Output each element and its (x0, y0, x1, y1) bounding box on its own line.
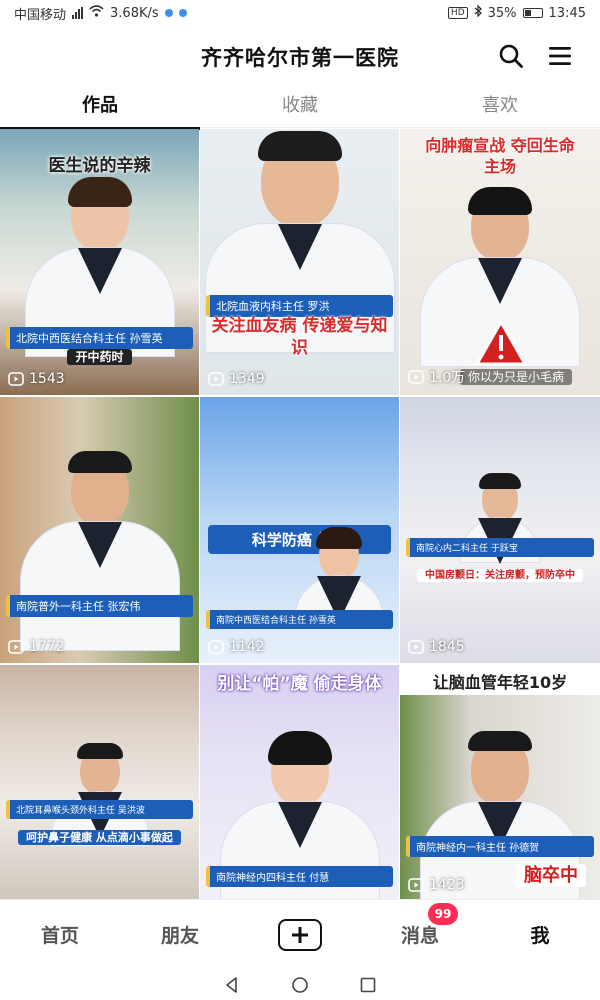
play-count: 1423 (408, 877, 465, 893)
video-tile[interactable]: 别让“帕”魔 偷走身体 南院神经内四科主任 付慧 (200, 665, 399, 899)
tab-favorites[interactable]: 收藏 (200, 88, 400, 127)
unread-badge: 99 (428, 903, 458, 925)
profile-header: 齐齐哈尔市第一医院 (0, 26, 600, 88)
video-tile[interactable]: 南院普外一科主任 张宏伟 1772 (0, 397, 199, 663)
status-right: HD 35% 13:45 (447, 4, 586, 21)
video-tile[interactable]: 南院心内二科主任 于跃宝 中国房颤日：关注房颤，预防卒中 1845 (400, 397, 600, 663)
network-speed: 3.68K/s (110, 5, 159, 21)
nav-home[interactable]: 首页 (0, 921, 120, 948)
doctor-figure (19, 451, 180, 651)
video-caption: 北院耳鼻喉头颈外科主任 吴洪波 (6, 800, 193, 819)
video-tile[interactable]: 北院耳鼻喉头颈外科主任 吴洪波 呵护鼻子健康 从点滴小事做起 (0, 665, 199, 899)
play-icon (8, 640, 24, 654)
search-button[interactable] (498, 43, 524, 69)
video-caption: 南院神经内四科主任 付慧 (206, 866, 393, 887)
video-caption: 南院神经内一科主任 孙德贺 (406, 836, 594, 857)
clock: 13:45 (548, 5, 586, 21)
tab-works[interactable]: 作品 (0, 88, 200, 130)
play-icon (408, 878, 424, 892)
tab-likes[interactable]: 喜欢 (400, 88, 600, 127)
video-tile[interactable]: 向肿瘤宣战 夺回生命主场 你以为只是小毛病 1.0万 (400, 129, 600, 395)
signal-icon (72, 7, 84, 19)
play-count: 1349 (208, 371, 265, 387)
play-icon (408, 640, 424, 654)
video-caption: 北院中西医结合科主任 孙雪英 (6, 327, 193, 349)
video-caption: 南院普外一科主任 张宏伟 (6, 595, 193, 617)
nav-messages[interactable]: 消息 99 (360, 903, 480, 948)
video-tile[interactable]: 让脑血管年轻10岁 南院神经内一科主任 孙德贺 脑卒中 1423 (400, 665, 600, 899)
play-icon (208, 372, 224, 386)
wifi-icon (89, 5, 104, 21)
plus-icon (278, 918, 322, 951)
play-count: 1845 (408, 639, 465, 655)
recent-apps-icon[interactable] (359, 976, 377, 994)
system-nav-bar (0, 969, 600, 1000)
content-tabs: 作品 收藏 喜欢 (0, 88, 600, 130)
status-left: 中国移动 3.68K/s (14, 4, 187, 23)
app-notification-icon (164, 9, 173, 17)
play-count: 1142 (208, 639, 265, 655)
battery-icon (522, 8, 543, 18)
video-caption: 北院血液内科主任 罗洪 (206, 295, 393, 317)
bluetooth-icon (474, 4, 482, 21)
menu-button[interactable] (548, 44, 572, 68)
video-subtitle: 你以为只是小毛病 (460, 368, 600, 385)
video-subtitle: 开中药时 (0, 348, 199, 365)
search-icon (499, 44, 523, 68)
video-subtitle: 呵护鼻子健康 从点滴小事做起 (0, 829, 199, 845)
play-count: 1.0万 (408, 367, 465, 387)
video-grid: 医生说的辛辣 北院中西医结合科主任 孙雪英 开中药时 1543 北院血液内科主任… (0, 129, 600, 899)
nav-me[interactable]: 我 (480, 921, 600, 948)
video-caption: 南院心内二科主任 于跃宝 (406, 538, 594, 557)
nav-friends[interactable]: 朋友 (120, 921, 240, 948)
video-headline: 关注血友病 传递爱与知识 (211, 316, 388, 358)
back-icon[interactable] (223, 976, 241, 994)
battery-percent: 35% (487, 5, 517, 21)
nav-create[interactable] (240, 918, 360, 951)
status-bar: 中国移动 3.68K/s HD 35% 13:45 (0, 0, 600, 26)
warning-icon (474, 318, 528, 371)
bottom-nav: 首页 朋友 消息 99 我 (0, 899, 600, 969)
video-headline: 让脑血管年轻10岁 (432, 673, 568, 692)
play-icon (8, 372, 24, 386)
video-headline: 向肿瘤宣战 夺回生命主场 (425, 136, 575, 176)
app-notification-icon-2 (178, 9, 187, 17)
video-tile[interactable]: 医生说的辛辣 北院中西医结合科主任 孙雪英 开中药时 1543 (0, 129, 199, 395)
video-headline: 别让“帕”魔 偷走身体 (217, 674, 382, 694)
page-title: 齐齐哈尔市第一医院 (201, 46, 399, 70)
video-headline: 医生说的辛辣 (48, 156, 151, 176)
home-icon[interactable] (291, 976, 309, 994)
play-icon (408, 370, 424, 384)
carrier-label: 中国移动 (14, 7, 67, 23)
hd-icon: HD (447, 7, 468, 19)
video-caption: 南院中西医结合科主任 孙雪英 (206, 610, 393, 629)
nav-messages-label: 消息 (400, 925, 439, 947)
video-tile[interactable]: 北院血液内科主任 罗洪 关注血友病 传递爱与知识 1349 (200, 129, 399, 395)
video-subtitle: 中国房颤日：关注房颤，预防卒中 (400, 566, 600, 582)
play-icon (208, 640, 224, 654)
video-tile[interactable]: 科学防癌 健康 南院中西医结合科主任 孙雪英 1142 (200, 397, 399, 663)
play-count: 1543 (8, 371, 65, 387)
menu-icon (549, 47, 571, 65)
play-count: 1772 (8, 639, 65, 655)
